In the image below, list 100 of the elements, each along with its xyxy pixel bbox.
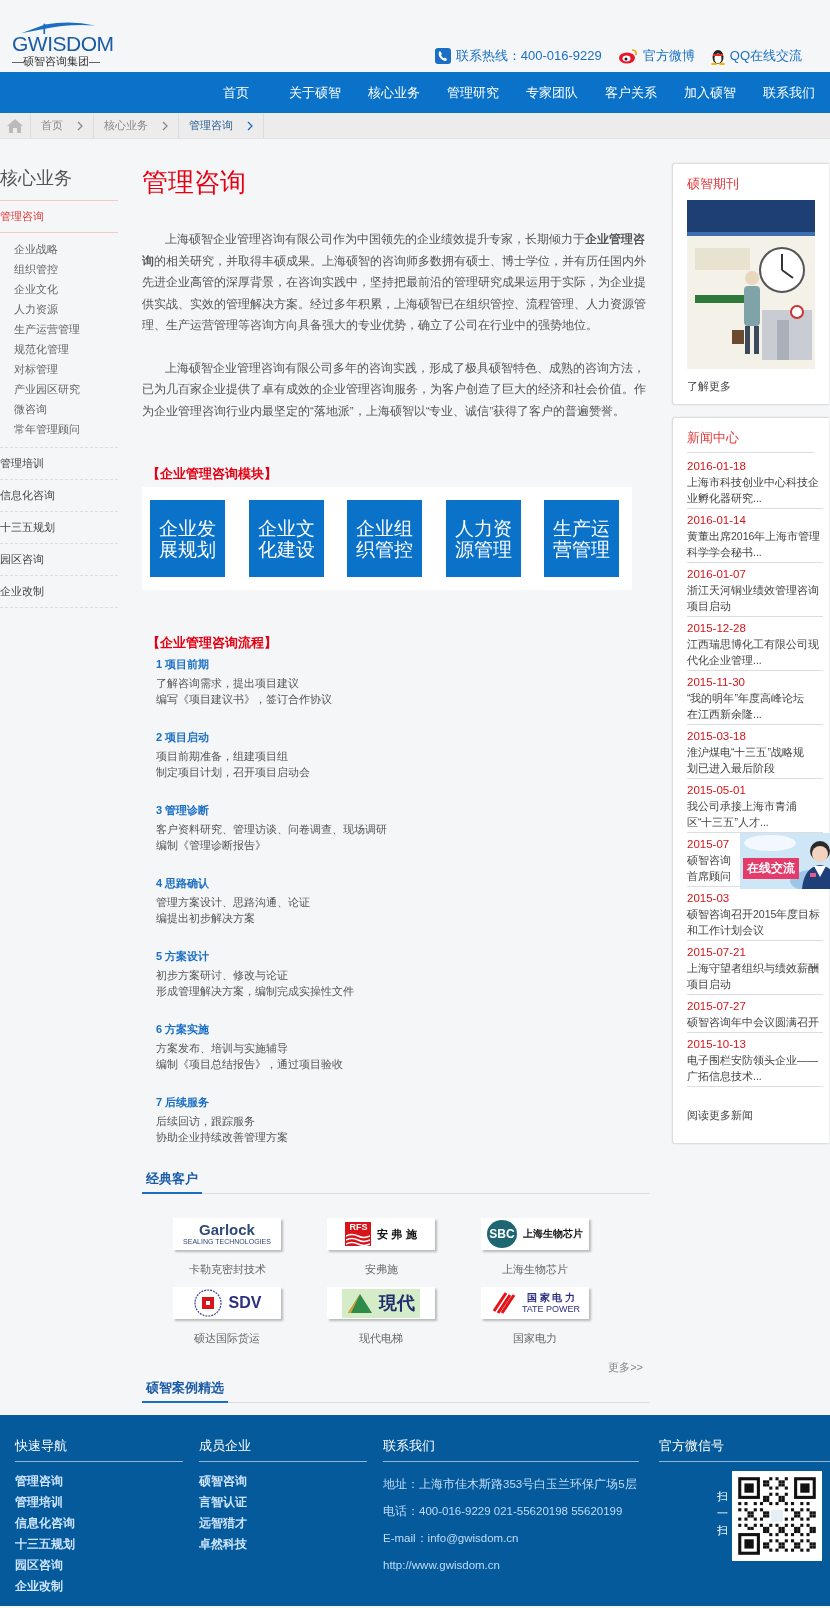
module-tile[interactable]: 人力资源管理 [445, 500, 521, 577]
news-date: 2016-01-14 [687, 513, 746, 528]
sidebar-item[interactable]: 管理培训 [0, 448, 118, 480]
news-headline[interactable]: 在江西新余隆... [687, 706, 762, 722]
sidebar-item[interactable]: 园区咨询 [0, 544, 118, 576]
footer-link[interactable]: 园区咨询 [15, 1555, 183, 1576]
news-date: 2015-07-21 [687, 945, 746, 960]
step-title: 6 方案实施 [156, 1022, 211, 1037]
client-logo[interactable]: RFS 安 弗 施 [327, 1218, 435, 1250]
step-text: 后续回访，跟踪服务 [156, 1114, 256, 1129]
sidebar-subitem[interactable]: 微咨询 [14, 399, 118, 419]
client-logo[interactable]: 現代 [327, 1287, 435, 1319]
sidebar-subitem[interactable]: 常年管理顾问 [14, 419, 118, 439]
sidebar-subitem[interactable]: 企业文化 [14, 279, 118, 299]
client-logo[interactable]: SDV [173, 1287, 281, 1319]
sidebar-subitem[interactable]: 人力资源 [14, 299, 118, 319]
nav-link[interactable]: 联系我们 [749, 83, 828, 102]
news-headline[interactable]: 业孵化器研究... [687, 490, 762, 506]
sidebar-subitem[interactable]: 对标管理 [14, 359, 118, 379]
footer-link[interactable]: 信息化咨询 [15, 1513, 183, 1534]
sidebar-title: 核心业务 [0, 164, 118, 201]
news-headline[interactable]: 黄董出席2016年上海市管理 [687, 528, 821, 544]
news-headline[interactable]: 代化企业管理... [687, 652, 762, 668]
news-headline[interactable]: 项目启动 [687, 976, 731, 992]
news-headline[interactable]: 广拓信息技术... [687, 1068, 762, 1084]
news-headline[interactable]: 我公司承接上海市青浦 [687, 798, 797, 814]
more-link[interactable]: 了解更多 [687, 378, 829, 394]
weibo-link[interactable]: 官方微博 [642, 47, 695, 65]
sidebar-subitem[interactable]: 组织管控 [14, 259, 118, 279]
module-tile[interactable]: 企业组织管控 [347, 500, 422, 577]
sidebar-subitem[interactable]: 企业战略 [14, 239, 118, 259]
step-text: 编制《管理诊断报告》 [156, 838, 267, 853]
client-logo[interactable]: 国 家 电 力 TATE POWER [481, 1287, 589, 1319]
news-headline[interactable]: 硕智咨询召开2015年度目标 [687, 906, 821, 922]
news-date: 2016-01-07 [687, 567, 746, 582]
chevron-icon [77, 120, 83, 131]
news-headline[interactable]: 上海守望者组织与绩效薪酬 [687, 960, 819, 976]
step-text: 形成管理解决方案，编制完成实操性文件 [156, 984, 355, 999]
footer-link[interactable]: 远智猎才 [199, 1513, 367, 1534]
nav-link[interactable]: 专家团队 [512, 83, 591, 102]
nav-link[interactable]: 关于硕智 [275, 83, 354, 102]
more-link[interactable]: 更多>> [608, 1360, 643, 1376]
sidebar-item[interactable]: 十三五规划 [0, 512, 118, 544]
more-link[interactable]: 阅读更多新闻 [687, 1107, 829, 1123]
qq-chat-link[interactable]: QQ在线交流 [729, 47, 802, 65]
intro-paragraph: 上海硕智企业管理咨询有限公司多年的咨询实践，形成了极具硕智特色、成熟的咨询方法，已为几百家企业提供了卓有成效的企业管理咨询服务，为客户创造了巨大的经济和社会价值。作为企业管理咨询行业内最坚定的“落地派”，上海硕智以“专业、诚信”获得了客户的普遍赞誉。 [142, 360, 647, 419]
sidebar-subitem[interactable]: 规范化管理 [14, 339, 118, 359]
news-headline[interactable]: 首席顾问 [687, 868, 731, 884]
nav-link[interactable]: 加入硕智 [670, 83, 749, 102]
contact-text: E-mail：info@gwisdom.cn [383, 1531, 519, 1546]
news-headline[interactable]: 淮沪煤电“十三五”战略规 [687, 744, 804, 760]
footer-link[interactable]: 管理咨询 [15, 1471, 183, 1492]
footer-link[interactable]: 企业改制 [15, 1576, 183, 1597]
company-logo[interactable]: GWISDOM —硕智咨询集团— [12, 22, 114, 68]
footer-link[interactable]: 十三五规划 [15, 1534, 183, 1555]
news-headline[interactable]: 硕智咨询 [687, 852, 731, 868]
news-headline[interactable]: 电子围栏安防领头企业—— [687, 1052, 818, 1068]
breadcrumb-link[interactable]: 首页 [41, 118, 63, 133]
step-text: 方案发布、培训与实施辅导 [156, 1041, 289, 1056]
sidebar-item[interactable]: 企业改制 [0, 576, 118, 608]
section-heading: 【企业管理咨询模块】 [147, 465, 278, 483]
step-text: 编写《项目建议书》，签订合作协议 [156, 692, 333, 707]
news-headline[interactable]: 浙江天河铜业绩效管理咨询 [687, 582, 819, 598]
news-headline[interactable]: 科学学会秘书... [687, 544, 762, 560]
footer-link[interactable]: 管理培训 [15, 1492, 183, 1513]
news-headline[interactable]: 和工作计划会议 [687, 922, 764, 938]
news-headline[interactable]: 项目启动 [687, 598, 731, 614]
nav-link[interactable]: 首页 [196, 83, 275, 102]
news-date: 2015-10-13 [687, 1037, 746, 1052]
home-icon [7, 118, 23, 133]
breadcrumb-link[interactable]: 核心业务 [104, 118, 148, 133]
sidebar-subitem[interactable]: 产业园区研究 [14, 379, 118, 399]
step-title: 3 管理诊断 [156, 803, 211, 818]
sidebar-subitem[interactable]: 生产运营管理 [14, 319, 118, 339]
chat-widget[interactable]: 在线交流 [740, 833, 830, 889]
news-headline[interactable]: 硕智咨询年中会议圆满召开 [687, 1014, 819, 1030]
module-tile[interactable]: 生产运营管理 [544, 500, 619, 577]
news-headline[interactable]: 区“十三五”人才... [687, 814, 769, 830]
news-headline[interactable]: 上海市科技创业中心科技企 [687, 474, 819, 490]
client-name: 现代电梯 [358, 1331, 404, 1346]
nav-link[interactable]: 管理研究 [433, 83, 512, 102]
client-logo[interactable]: SBC 上海生物芯片 [481, 1218, 589, 1250]
breadcrumb-link[interactable]: 管理咨询 [189, 118, 233, 133]
nav-link[interactable]: 核心业务 [354, 83, 433, 102]
module-tile[interactable]: 企业发展规划 [150, 500, 225, 577]
sidebar-item[interactable]: 管理咨询 [0, 201, 118, 233]
weibo-icon[interactable] [617, 48, 638, 64]
contact-text: 电话：400-016-9229 021-55620198 55620199 [383, 1504, 623, 1519]
news-headline[interactable]: 划已进入最后阶段 [687, 760, 775, 776]
news-headline[interactable]: “我的明年”年度高峰论坛 [687, 690, 804, 706]
footer-link[interactable]: 硕智咨询 [199, 1471, 367, 1492]
footer-link[interactable]: 言智认证 [199, 1492, 367, 1513]
news-date: 2015-03-18 [687, 729, 746, 744]
news-headline[interactable]: 江西瑞思博化工有限公司现 [687, 636, 819, 652]
sidebar-item[interactable]: 信息化咨询 [0, 480, 118, 512]
page-title: 管理咨询 [142, 166, 247, 199]
penguin-icon[interactable] [710, 47, 725, 65]
nav-link[interactable]: 客户关系 [591, 83, 670, 102]
module-tile[interactable]: 企业文化建设 [248, 500, 324, 577]
footer-link[interactable]: 卓然科技 [199, 1534, 367, 1555]
